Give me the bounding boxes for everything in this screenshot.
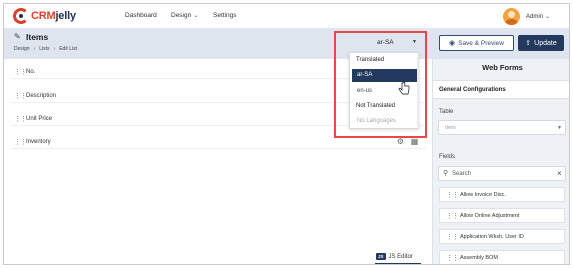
- search-icon: ⚲: [443, 170, 449, 177]
- breadcrumb-separator: ›: [33, 46, 36, 52]
- update-label: Update: [534, 39, 557, 47]
- drag-handle-icon[interactable]: ⋮⋮: [14, 115, 27, 123]
- nav-design-label: Design: [171, 12, 192, 19]
- breadcrumb-design[interactable]: Design: [14, 46, 30, 52]
- crmjelly-logo[interactable]: CRMjelly: [13, 7, 76, 25]
- drag-handle-icon[interactable]: ⋮⋮: [14, 138, 27, 146]
- upload-icon: ⇪: [525, 40, 532, 47]
- close-icon[interactable]: ×: [557, 169, 562, 178]
- nav-settings[interactable]: Settings: [213, 12, 237, 19]
- properties-panel: Web Forms General Configurations Table I…: [432, 59, 569, 264]
- js-badge-icon: JS: [376, 253, 386, 260]
- table-label: Table: [439, 109, 454, 115]
- save-preview-button[interactable]: ◉ Save & Preview: [439, 35, 514, 51]
- row-tools: ⚙ ▦: [396, 137, 419, 146]
- field-label: Unit Price: [26, 116, 53, 122]
- drag-handle-icon[interactable]: ⋮⋮: [14, 92, 27, 100]
- logo-icon: [13, 8, 29, 24]
- nav-design[interactable]: Design ⌄: [171, 12, 198, 19]
- logo-prefix: CRM: [31, 10, 56, 22]
- field-list-item[interactable]: ⋮⋮ Allow Invoice Disc.: [439, 187, 565, 202]
- eye-icon: ◉: [449, 40, 456, 47]
- field-label: Inventory: [26, 139, 51, 145]
- update-button[interactable]: ⇪ Update: [518, 35, 564, 51]
- section-title: General Configurations: [439, 87, 506, 93]
- table-select[interactable]: Item ▼: [438, 120, 566, 135]
- breadcrumb-lists[interactable]: Lists: [39, 46, 49, 52]
- drag-handle-icon[interactable]: ⋮⋮: [446, 191, 459, 199]
- user-name: Admin: [526, 14, 544, 20]
- breadcrumb-separator: ›: [53, 46, 56, 52]
- search-placeholder: Search: [452, 171, 472, 177]
- drag-handle-icon[interactable]: ⋮⋮: [446, 212, 459, 220]
- field-list-label: Allow Online Adjustment: [460, 213, 520, 219]
- save-preview-label: Save & Preview: [458, 39, 504, 47]
- user-menu[interactable]: Admin ⌄: [526, 13, 550, 20]
- chevron-down-icon: ⌄: [545, 14, 551, 20]
- field-list-label: Application Wksh. User ID: [460, 234, 524, 240]
- page-header: ✎ Items Design › Lists › Edit List ar-SA…: [4, 29, 569, 59]
- field-list-item[interactable]: ⋮⋮ Assembly BOM: [439, 250, 565, 264]
- drag-handle-icon[interactable]: ⋮⋮: [446, 233, 459, 241]
- field-list-label: Allow Invoice Disc.: [460, 192, 506, 198]
- breadcrumb-edit-list: Edit List: [59, 46, 77, 52]
- delete-icon[interactable]: ▦: [410, 137, 419, 146]
- app-window: CRMjelly Dashboard Design ⌄ Settings Admi…: [3, 3, 570, 265]
- field-label: No.: [26, 69, 36, 75]
- page-title: Items: [26, 32, 49, 42]
- hand-pointer-icon: [398, 82, 410, 95]
- js-editor-label: JS Editor: [388, 253, 413, 260]
- chevron-down-icon: ⌄: [193, 13, 199, 19]
- field-list-item[interactable]: ⋮⋮ Allow Online Adjustment: [439, 208, 565, 223]
- field-list-label: Assembly BOM: [460, 255, 498, 261]
- panel-title: Web Forms: [482, 63, 523, 72]
- section-header[interactable]: General Configurations: [433, 80, 569, 99]
- search-input[interactable]: ⚲ Search ×: [438, 166, 566, 181]
- breadcrumb: Design › Lists › Edit List: [14, 46, 77, 52]
- drag-handle-icon[interactable]: ⋮⋮: [446, 254, 459, 262]
- field-list-item[interactable]: ⋮⋮ Application Wksh. User ID: [439, 229, 565, 244]
- gear-icon[interactable]: ⚙: [396, 137, 405, 146]
- js-editor-tab[interactable]: JS JS Editor: [376, 253, 413, 260]
- logo-suffix: jelly: [55, 10, 76, 22]
- fields-label: Fields: [439, 154, 456, 160]
- top-navigation: CRMjelly Dashboard Design ⌄ Settings Admi…: [4, 4, 569, 29]
- field-label: Description: [26, 93, 57, 99]
- table-select-value: Item: [445, 125, 456, 131]
- caret-down-icon: ▼: [557, 125, 562, 131]
- drag-handle-icon[interactable]: ⋮⋮: [14, 68, 27, 76]
- avatar[interactable]: [503, 8, 520, 25]
- pencil-icon: ✎: [14, 32, 21, 41]
- tab-underline: [375, 263, 421, 264]
- logo-text: CRMjelly: [31, 10, 76, 22]
- highlight-box: [334, 31, 427, 138]
- nav-dashboard[interactable]: Dashboard: [125, 12, 157, 19]
